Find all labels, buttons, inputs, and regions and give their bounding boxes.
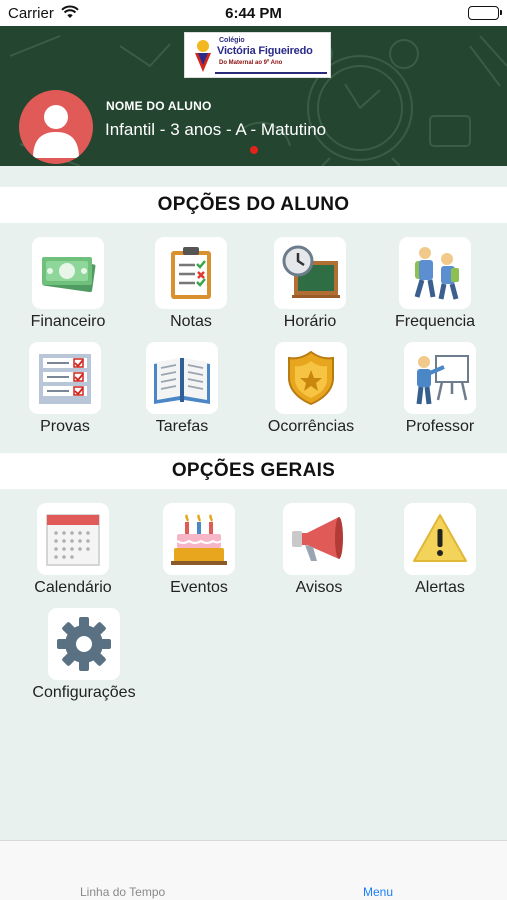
battery-icon [468, 6, 502, 20]
school-logo: Colégio Victória Figueiredo Do Maternal … [184, 32, 331, 78]
warning-icon [404, 503, 476, 575]
option-label: Alertas [415, 579, 465, 596]
school-crest-icon [195, 40, 211, 72]
option-label: Professor [405, 418, 475, 435]
calendar-icon [37, 503, 109, 575]
option-eventos[interactable]: Eventos [144, 503, 254, 603]
option-avisos[interactable]: Avisos [264, 503, 374, 603]
page-indicator-dot [250, 146, 258, 154]
badge-icon [275, 342, 347, 414]
option-configuracoes[interactable]: Configurações [29, 608, 139, 708]
general-options-title: OPÇÕES GERAIS [0, 453, 507, 489]
student-class: Infantil - 3 anos - A - Matutino [105, 120, 327, 139]
tab-bar: Linha do Tempo Menu [0, 840, 507, 900]
option-frequencia[interactable]: Frequencia [380, 237, 490, 337]
option-label: Ocorrências [267, 418, 355, 435]
option-provas[interactable]: Provas [10, 342, 120, 442]
checklist-icon [29, 342, 101, 414]
student-options-title: OPÇÕES DO ALUNO [0, 187, 507, 223]
clipboard-icon [155, 237, 227, 309]
option-notas[interactable]: Notas [136, 237, 246, 337]
logo-rule [215, 72, 327, 74]
logo-line-1: Colégio [219, 37, 245, 44]
option-calendario[interactable]: Calendário [18, 503, 128, 603]
avatar[interactable] [19, 90, 93, 164]
logo-line-3: Do Maternal ao 9º Ano [219, 60, 283, 66]
logo-line-2: Victória Figueiredo [217, 45, 313, 57]
clock-board-icon [274, 237, 346, 309]
clock-time: 6:44 PM [225, 5, 282, 22]
tab-menu[interactable]: Menu [363, 885, 393, 899]
cake-icon [163, 503, 235, 575]
tab-timeline[interactable]: Linha do Tempo [80, 885, 165, 899]
book-icon [146, 342, 218, 414]
option-alertas[interactable]: Alertas [385, 503, 495, 603]
money-icon [32, 237, 104, 309]
student-name: NOME DO ALUNO [106, 99, 212, 113]
option-tarefas[interactable]: Tarefas [127, 342, 237, 442]
user-icon [33, 105, 79, 158]
option-label: Tarefas [155, 418, 209, 435]
option-label: Frequencia [394, 313, 476, 330]
gear-icon [48, 608, 120, 680]
option-professor[interactable]: Professor [385, 342, 495, 442]
option-ocorrencias[interactable]: Ocorrências [256, 342, 366, 442]
students-icon [399, 237, 471, 309]
student-header[interactable]: Colégio Victória Figueiredo Do Maternal … [0, 26, 507, 166]
status-bar: Carrier 6:44 PM [0, 0, 507, 26]
teacher-icon [404, 342, 476, 414]
option-financeiro[interactable]: Financeiro [13, 237, 123, 337]
option-horario[interactable]: Horário [255, 237, 365, 337]
option-label: Configurações [32, 684, 136, 701]
megaphone-icon [283, 503, 355, 575]
